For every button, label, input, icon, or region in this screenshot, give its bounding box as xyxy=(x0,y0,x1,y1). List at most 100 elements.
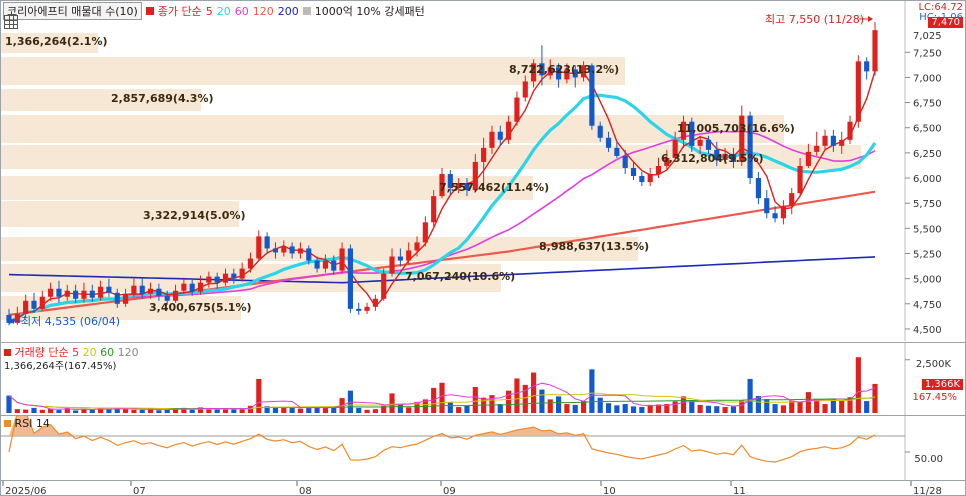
candle-body xyxy=(647,174,653,183)
rsi-pane[interactable]: RSI 14 50.00 xyxy=(1,415,966,480)
candle-body xyxy=(364,306,370,311)
price-tick-label: 6,750 xyxy=(913,99,942,110)
current-price-tag: 7,470 xyxy=(928,17,963,28)
volume-bar xyxy=(214,409,220,413)
low-annotation: 최저 4,535 (06/04) xyxy=(21,315,120,328)
candle-body xyxy=(64,290,70,297)
volume-bar xyxy=(805,392,811,413)
candle-body xyxy=(630,167,637,177)
volume-bar xyxy=(472,387,478,413)
candle-body xyxy=(489,131,495,148)
volume-profile-label: 2,857,689(4.3%) xyxy=(111,92,214,105)
candle-body xyxy=(347,248,353,309)
volume-pane[interactable]: 거래량 단순 5 20 60 120 1,366,264주(167.45%) 2… xyxy=(1,342,966,415)
pattern-legend-label: 1000억 10% 강세패턴 xyxy=(314,5,425,18)
volume-bar xyxy=(614,405,620,413)
price-top-label: 7,025 xyxy=(913,31,942,42)
volume-bar xyxy=(6,395,12,413)
volume-bar xyxy=(572,404,578,413)
candle-body xyxy=(397,256,403,261)
volume-bar xyxy=(797,401,803,413)
price-tick-label: 7,250 xyxy=(913,48,942,59)
ma-legend-swatch xyxy=(145,7,154,15)
volume-bar xyxy=(814,399,820,413)
candle-body xyxy=(181,283,187,291)
candle-body xyxy=(206,276,212,283)
candle-body xyxy=(764,198,770,214)
candle-body xyxy=(297,248,304,254)
candle-body xyxy=(56,288,62,297)
volume-bar xyxy=(747,378,753,413)
volume-bar xyxy=(855,357,861,413)
price-tick-label: 5,000 xyxy=(913,275,942,286)
volume-bar xyxy=(272,407,279,413)
rsi-line xyxy=(8,416,876,463)
candle-body xyxy=(839,139,845,146)
volume-chart-svg[interactable] xyxy=(1,343,966,415)
volume-bar xyxy=(164,409,170,413)
candle-body xyxy=(755,178,762,199)
candle-body xyxy=(506,121,512,140)
volume-bar xyxy=(830,399,836,413)
volume-profile-label: 3,322,914(5.0%) xyxy=(143,209,246,222)
volume-bar xyxy=(489,395,495,413)
volume-tag-value: 1,366K xyxy=(921,379,963,390)
ma20-label: 20 xyxy=(216,4,231,18)
candle-body xyxy=(705,139,712,150)
grid-settings-icon[interactable] xyxy=(4,15,18,29)
candle-body xyxy=(331,260,337,271)
price-chart-svg[interactable]: 7,250 7,000 6,750 6,500 6,250 6,000 5,750 5,500… xyxy=(1,1,966,341)
ma120-label: 120 xyxy=(252,4,274,18)
volume-bar xyxy=(697,404,703,413)
candle-body xyxy=(864,61,870,72)
volume-bar xyxy=(297,408,304,413)
candle-body xyxy=(805,151,811,166)
candle-body xyxy=(256,236,262,259)
candle-body xyxy=(855,61,861,122)
volume-profile-label: 6,312,804(9.5%) xyxy=(661,152,764,165)
candle-body xyxy=(73,290,79,299)
volume-bar xyxy=(689,401,695,413)
volume-bar xyxy=(547,399,553,413)
candle-body xyxy=(122,293,129,304)
candle-body xyxy=(81,290,87,299)
price-pane[interactable]: 7,250 7,000 6,750 6,500 6,250 6,000 5,750 5,500… xyxy=(1,1,966,341)
volume-bar xyxy=(589,369,595,413)
volume-bar xyxy=(56,410,62,413)
candle-body xyxy=(39,296,45,309)
volume-bar xyxy=(364,409,370,413)
volume-axis-label: 2,500K xyxy=(915,359,951,370)
volume-profile-label: 3,400,675(5.1%) xyxy=(149,301,252,314)
candle-body xyxy=(847,121,853,140)
candle-body xyxy=(222,273,229,283)
candle-body xyxy=(264,236,270,249)
candle-body xyxy=(89,290,95,298)
volume-bar xyxy=(39,409,45,413)
volume-bar xyxy=(605,403,612,413)
volume-bar xyxy=(306,407,312,413)
candle-body xyxy=(655,165,662,175)
rsi-chart-svg[interactable] xyxy=(1,416,966,480)
price-tick-label: 5,250 xyxy=(913,249,942,260)
x-axis: 2025/06 07 08 09 10 11 11/28 xyxy=(1,480,965,495)
volume-bar xyxy=(622,404,628,413)
price-tick-label: 5,500 xyxy=(913,224,942,235)
candle-body xyxy=(406,250,412,261)
candle-body xyxy=(189,283,195,292)
candle-body xyxy=(639,176,645,183)
candle-body xyxy=(789,193,795,207)
candle-body xyxy=(114,292,120,304)
candle-body xyxy=(306,248,312,261)
volume-bar xyxy=(156,410,162,413)
volume-bar xyxy=(397,404,403,413)
stock-chart-window: 7,250 7,000 6,750 6,500 6,250 6,000 5,750 5,500… xyxy=(0,0,966,496)
chart-title[interactable]: 코리아에프티 매물대 수(10) xyxy=(3,2,142,20)
candle-body xyxy=(497,131,503,140)
volume-bar xyxy=(739,400,745,413)
volume-bar xyxy=(322,407,329,413)
candle-body xyxy=(31,300,37,309)
candle-body xyxy=(247,258,254,269)
volume-bar xyxy=(289,407,295,413)
candle-body xyxy=(23,300,29,314)
candle-body xyxy=(522,81,528,98)
